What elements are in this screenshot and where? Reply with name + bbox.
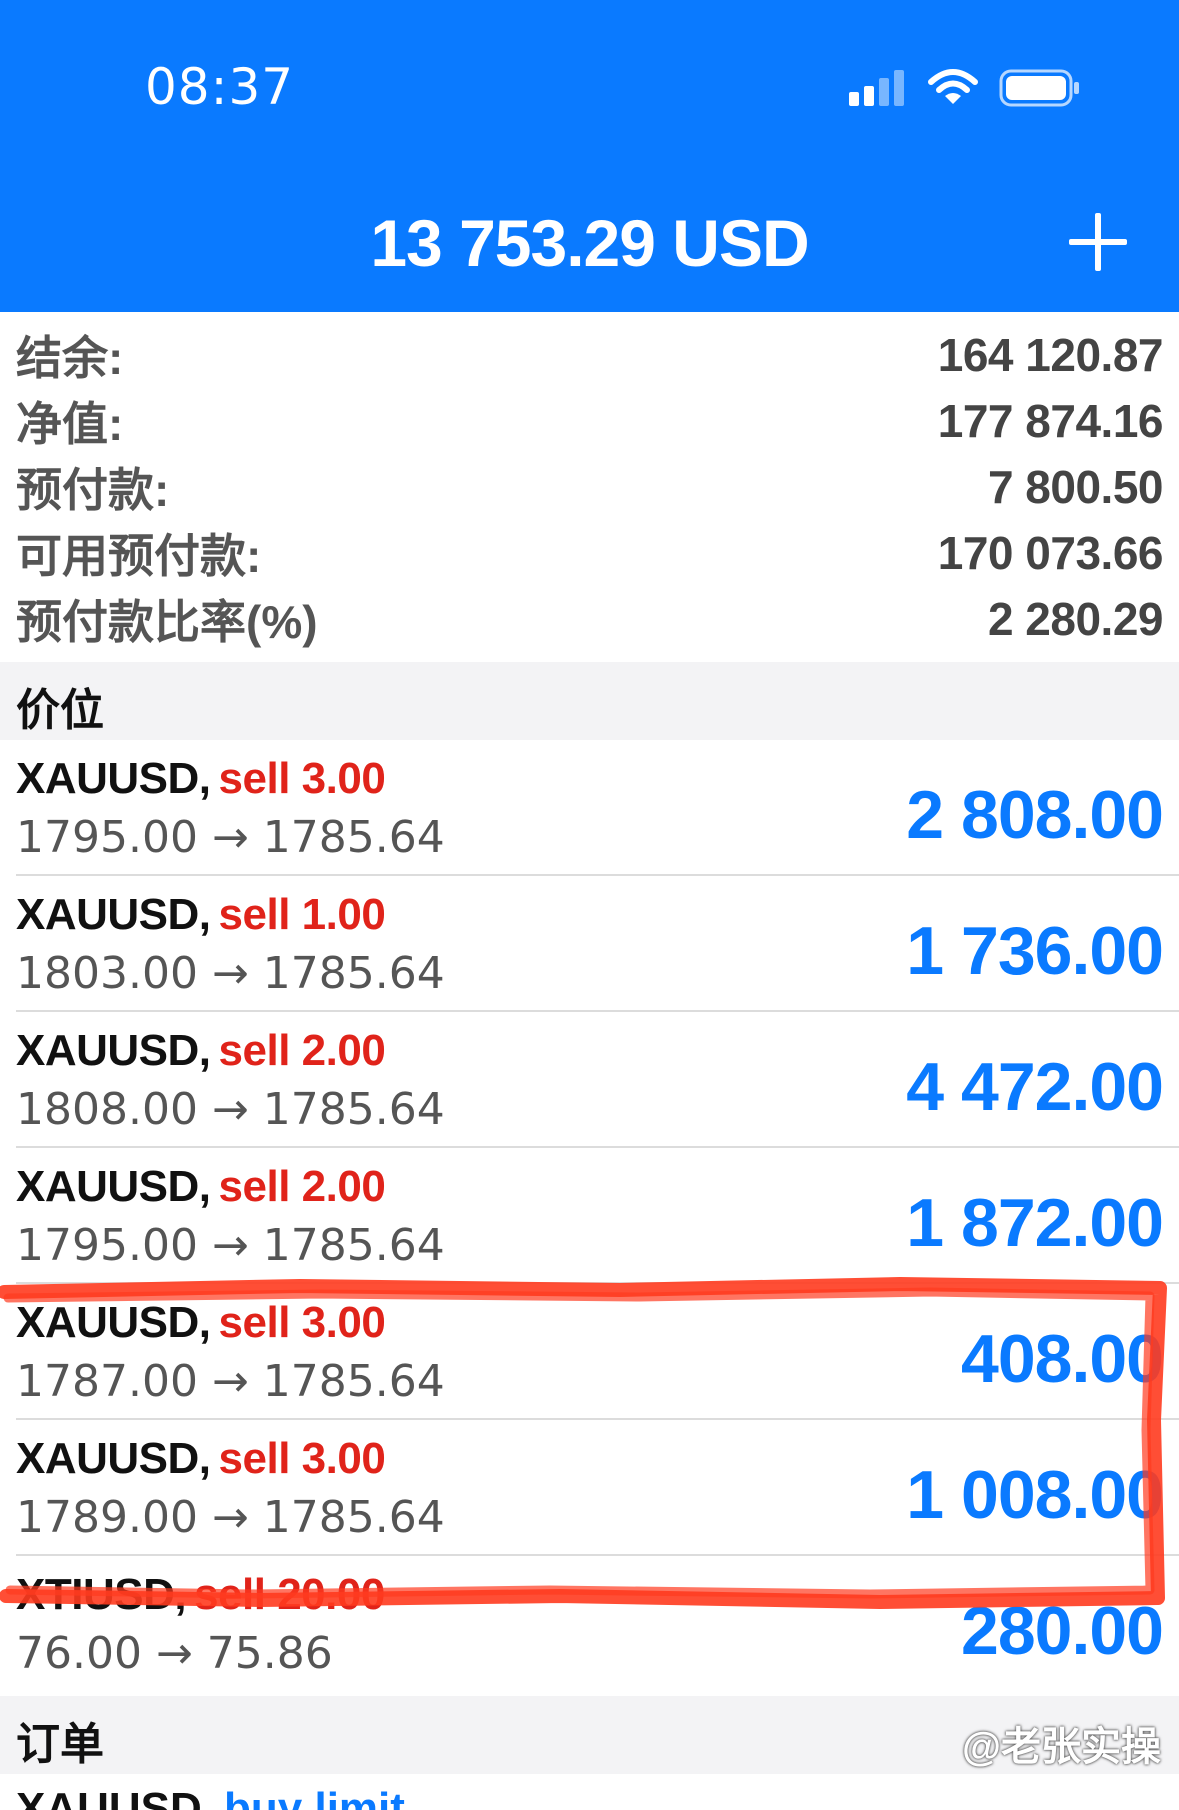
- position-row[interactable]: XTIUSD, sell 20.00 76.00 → 75.86 280.00: [0, 1556, 1179, 1692]
- plus-icon[interactable]: [1061, 205, 1135, 279]
- position-row[interactable]: XAUUSD, sell 1.00 1803.00 → 1785.64 1 736…: [0, 876, 1179, 1012]
- position-profit: 1 008.00: [906, 1457, 1164, 1533]
- position-symbol-line: XAUUSD, sell 1.00: [16, 890, 386, 940]
- position-type: sell 2.00: [218, 1162, 386, 1211]
- section-title: 订单: [16, 1720, 104, 1769]
- account-row-balance: 结余: 164 120.87: [16, 322, 1164, 388]
- section-title: 价位: [16, 686, 104, 735]
- position-prices: 1803.00 → 1785.64: [16, 948, 445, 999]
- position-type: sell 3.00: [218, 1434, 386, 1483]
- position-type: sell 3.00: [218, 1298, 386, 1347]
- order-symbol-line: XAUUSD, buy limit: [16, 1784, 405, 1810]
- position-profit: 2 808.00: [906, 777, 1164, 853]
- position-symbol: XAUUSD,: [16, 890, 211, 939]
- top-bar: 08:37 13 753.29 USD: [0, 0, 1179, 312]
- position-profit: 1 736.00: [906, 913, 1164, 989]
- account-label: 预付款:: [16, 464, 170, 516]
- account-label: 可用预付款:: [16, 530, 262, 582]
- positions-section-header: 价位: [0, 662, 1179, 740]
- position-prices: 1795.00 → 1785.64: [16, 1220, 445, 1271]
- equity-profit-title: 13 753.29 USD: [370, 206, 809, 280]
- position-prices: 1787.00 → 1785.64: [16, 1356, 445, 1407]
- position-profit: 1 872.00: [906, 1185, 1164, 1261]
- position-profit: 280.00: [961, 1593, 1164, 1669]
- position-row[interactable]: XAUUSD, sell 3.00 1795.00 → 1785.64 2 808…: [0, 740, 1179, 876]
- position-symbol: XAUUSD,: [16, 754, 211, 803]
- position-symbol: XAUUSD,: [16, 1026, 211, 1075]
- order-type: buy limit: [224, 1784, 405, 1810]
- position-symbol: XAUUSD,: [16, 1434, 211, 1483]
- position-type: sell 20.00: [194, 1570, 385, 1619]
- account-value: 7 800.50: [987, 461, 1164, 513]
- watermark: @老张实操: [961, 1725, 1161, 1769]
- position-symbol-line: XAUUSD, sell 2.00: [16, 1162, 386, 1212]
- position-prices: 76.00 → 75.86: [16, 1628, 333, 1679]
- position-profit: 408.00: [961, 1321, 1164, 1397]
- position-row[interactable]: XAUUSD, sell 2.00 1795.00 → 1785.64 1 872…: [0, 1148, 1179, 1284]
- position-prices: 1795.00 → 1785.64: [16, 812, 445, 863]
- account-row-margin-level: 预付款比率(%) 2 280.29: [16, 586, 1164, 652]
- position-symbol: XAUUSD,: [16, 1162, 211, 1211]
- position-symbol: XAUUSD,: [16, 1298, 211, 1347]
- position-symbol-line: XAUUSD, sell 3.00: [16, 1434, 386, 1484]
- account-value: 170 073.66: [937, 527, 1164, 579]
- cellular-icon: [849, 70, 904, 106]
- position-prices: 1808.00 → 1785.64: [16, 1084, 445, 1135]
- account-value: 177 874.16: [937, 395, 1164, 447]
- wifi-icon: [928, 69, 978, 104]
- position-symbol-line: XAUUSD, sell 3.00: [16, 1298, 386, 1348]
- position-prices: 1789.00 → 1785.64: [16, 1492, 445, 1543]
- position-symbol-line: XTIUSD, sell 20.00: [16, 1570, 385, 1620]
- status-icons: [849, 66, 1081, 110]
- account-label: 结余:: [16, 332, 124, 384]
- position-symbol-line: XAUUSD, sell 3.00: [16, 754, 386, 804]
- position-symbol: XTIUSD,: [16, 1570, 187, 1619]
- account-label: 预付款比率(%): [16, 596, 318, 648]
- account-row-free-margin: 可用预付款: 170 073.66: [16, 520, 1164, 586]
- account-row-equity: 净值: 177 874.16: [16, 388, 1164, 454]
- order-row[interactable]: XAUUSD, buy limit: [0, 1776, 1179, 1810]
- position-type: sell 2.00: [218, 1026, 386, 1075]
- position-type: sell 1.00: [218, 890, 386, 939]
- position-symbol-line: XAUUSD, sell 2.00: [16, 1026, 386, 1076]
- position-profit: 4 472.00: [906, 1049, 1164, 1125]
- position-row[interactable]: XAUUSD, sell 2.00 1808.00 → 1785.64 4 472…: [0, 1012, 1179, 1148]
- position-type: sell 3.00: [218, 754, 386, 803]
- account-value: 2 280.29: [987, 593, 1164, 645]
- status-time: 08:37: [145, 58, 295, 116]
- account-value: 164 120.87: [937, 329, 1164, 381]
- order-symbol: XAUUSD,: [16, 1784, 215, 1810]
- account-row-margin: 预付款: 7 800.50: [16, 454, 1164, 520]
- account-label: 净值:: [16, 398, 124, 450]
- battery-icon: [999, 69, 1079, 107]
- position-row[interactable]: XAUUSD, sell 3.00 1789.00 → 1785.64 1 008…: [0, 1420, 1179, 1556]
- position-row[interactable]: XAUUSD, sell 3.00 1787.00 → 1785.64 408.0…: [0, 1284, 1179, 1420]
- account-summary: 结余: 164 120.87 净值: 177 874.16 预付款: 7 800…: [0, 312, 1179, 662]
